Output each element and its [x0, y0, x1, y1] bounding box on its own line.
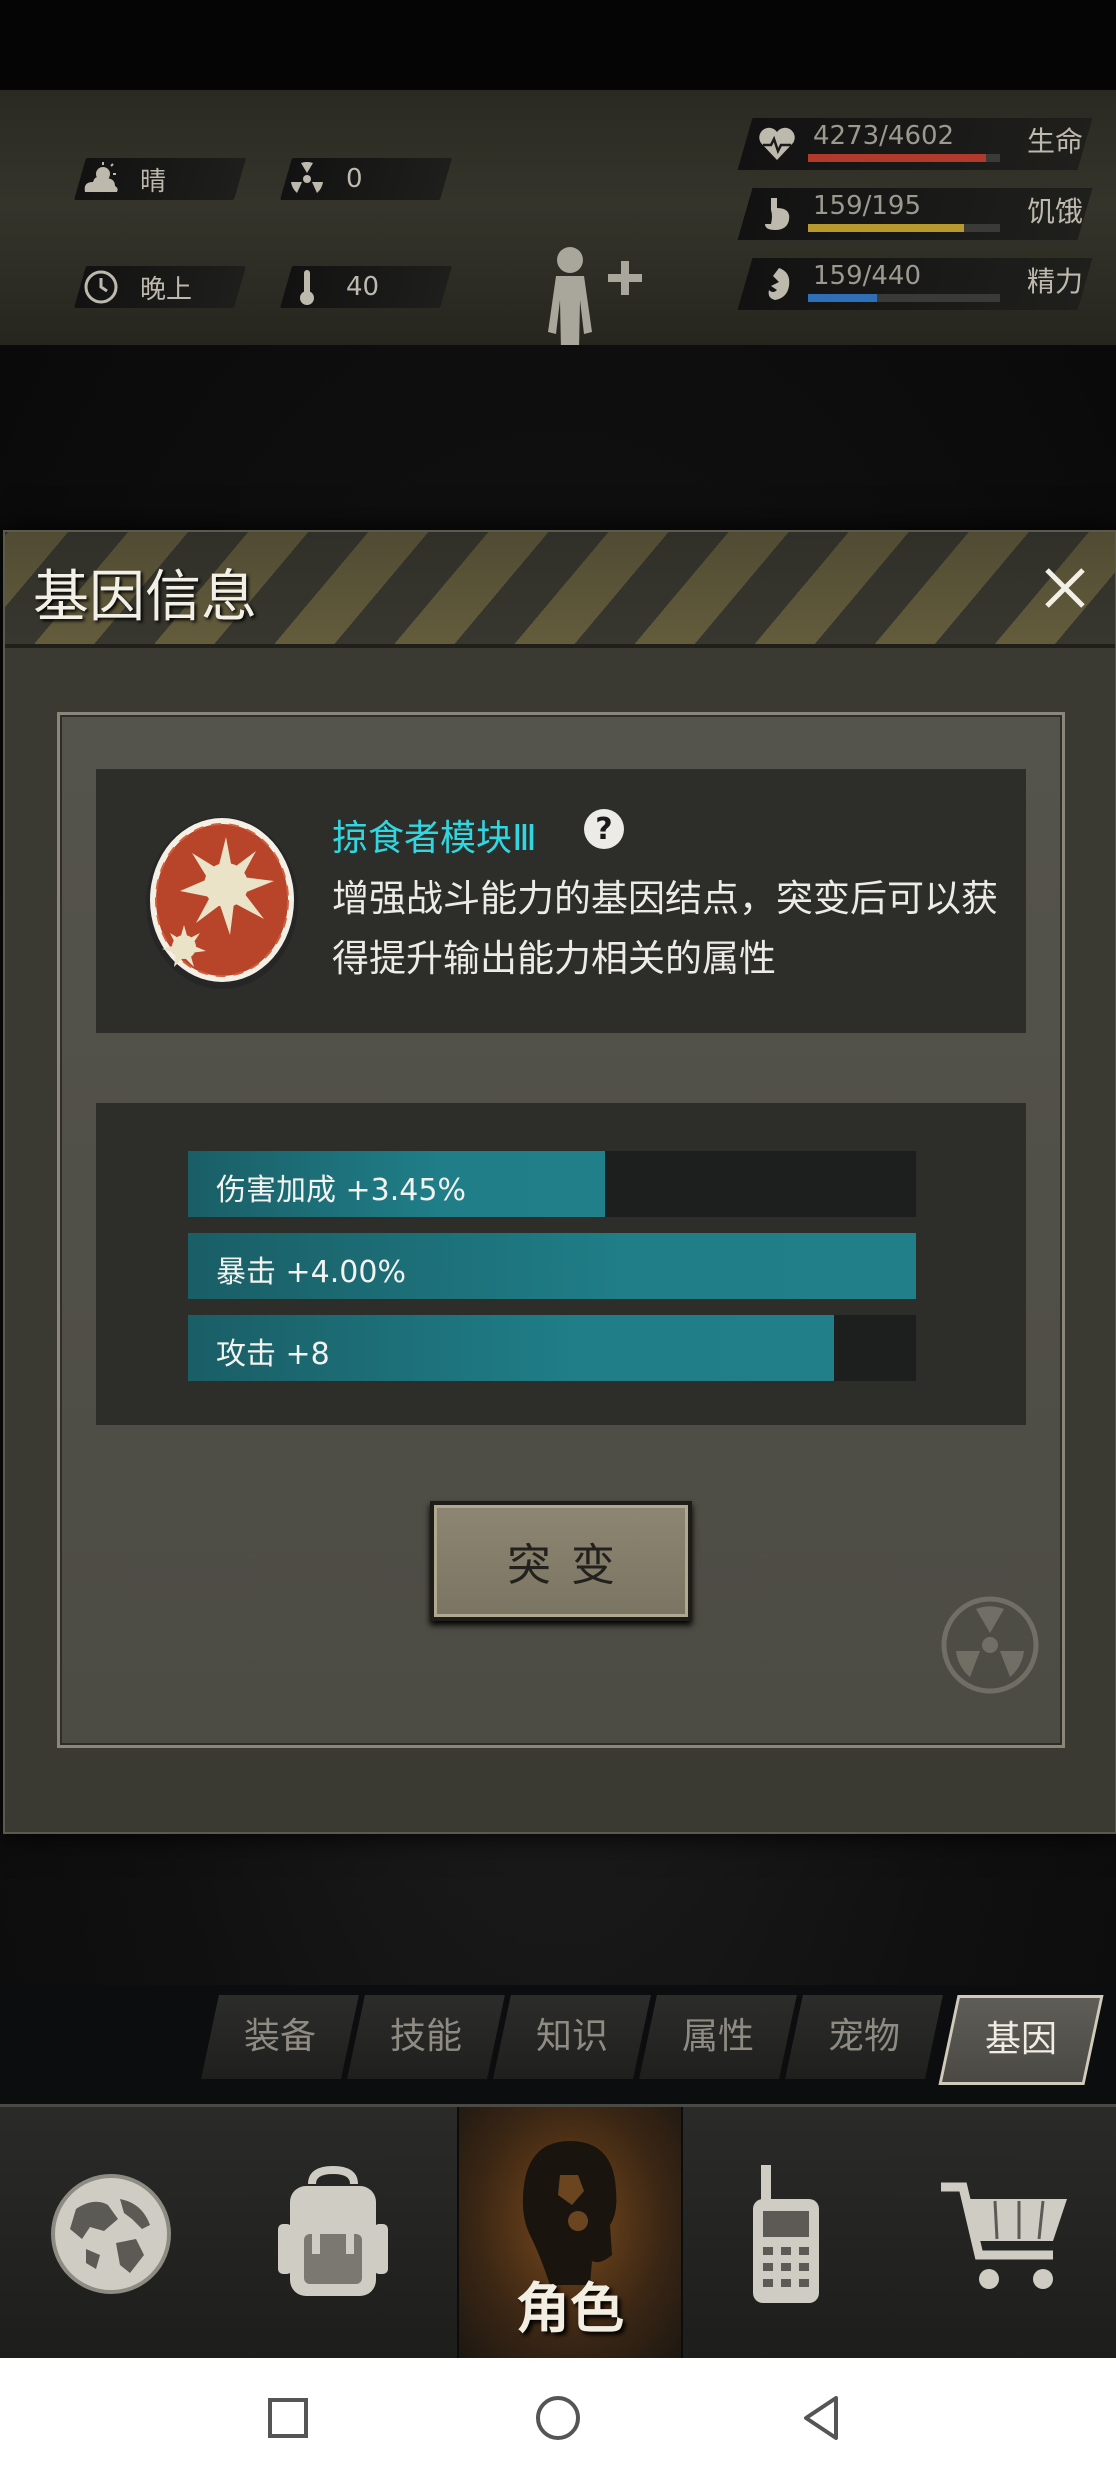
tab-label: 宠物 — [827, 2016, 900, 2057]
attribute-bar-attack: 攻击 +8 — [188, 1315, 916, 1381]
radiation-icon — [286, 158, 328, 200]
dialog-header: 基因信息 — [5, 532, 1115, 648]
stomach-icon — [765, 198, 790, 230]
heart-icon — [759, 127, 795, 160]
gene-info-box: 掠食者模块Ⅲ ? 增强战斗能力的基因结点，突变后可以获得提升输出能力相关的属性 — [96, 769, 1026, 1033]
nav-world-map[interactable] — [0, 2107, 222, 2361]
nav-radio[interactable] — [674, 2107, 896, 2361]
tab-label: 属性 — [681, 2016, 754, 2057]
nav-character-label: 角色 — [516, 2277, 624, 2340]
recent-apps-button[interactable] — [258, 2388, 318, 2448]
tab-attributes[interactable]: 属性 — [639, 1995, 799, 2079]
thermometer-icon — [286, 266, 328, 308]
back-triangle-icon — [804, 2396, 838, 2440]
tab-label: 装备 — [243, 2016, 316, 2057]
nav-character[interactable]: 角色 — [457, 2107, 683, 2361]
character-subtabs: 装备 技能 知识 属性 宠物 基因 — [201, 1995, 1104, 2085]
square-icon — [268, 2398, 308, 2438]
nav-backpack[interactable] — [222, 2107, 444, 2361]
hunger-bar — [808, 224, 1000, 232]
circle-icon — [536, 2396, 580, 2440]
health-label: 生命 — [1027, 125, 1084, 158]
bottom-navigation: 角色 — [0, 2104, 1116, 2361]
hunger-value: 159/195 — [813, 191, 922, 221]
clock-icon — [80, 266, 122, 308]
stat-row-energy: 159/440 精力 — [737, 258, 1095, 310]
energy-icon — [768, 268, 790, 300]
cart-icon — [941, 2182, 1067, 2289]
weather-text: 晴 — [140, 166, 167, 197]
radiation-value: 0 — [346, 164, 363, 194]
backpack-icon — [278, 2165, 388, 2296]
radiation-pill: 0 — [279, 158, 453, 200]
energy-value: 159/440 — [813, 261, 922, 291]
hunger-label: 饥饿 — [1027, 195, 1084, 228]
tab-skills[interactable]: 技能 — [347, 1995, 507, 2079]
attribute-label: 暴击 +4.00% — [216, 1255, 406, 1290]
energy-label: 精力 — [1027, 265, 1084, 298]
time-of-day-text: 晚上 — [140, 274, 193, 305]
health-bar — [808, 154, 1000, 162]
close-button[interactable] — [1035, 558, 1095, 618]
tab-pets[interactable]: 宠物 — [785, 1995, 945, 2079]
system-navigation-bar — [0, 2358, 1116, 2480]
help-icon[interactable]: ? — [584, 809, 624, 849]
time-pill: 晚上 — [73, 266, 247, 308]
stat-row-hunger: 159/195 饥饿 — [737, 188, 1095, 240]
gene-content-panel: 掠食者模块Ⅲ ? 增强战斗能力的基因结点，突变后可以获得提升输出能力相关的属性 … — [57, 712, 1065, 1748]
dialog-title: 基因信息 — [33, 565, 257, 630]
health-value: 4273/4602 — [813, 121, 955, 151]
gene-attributes-box: 伤害加成 +3.45% 暴击 +4.00% 攻击 +8 — [96, 1103, 1026, 1425]
tab-label: 技能 — [389, 2016, 462, 2057]
sun-cloud-icon — [80, 158, 122, 200]
attribute-bar-critical: 暴击 +4.00% — [188, 1233, 916, 1299]
attribute-label: 伤害加成 +3.45% — [216, 1173, 466, 1208]
predator-module-icon — [144, 807, 300, 993]
tab-label: 基因 — [984, 2019, 1057, 2060]
tab-knowledge[interactable]: 知识 — [493, 1995, 653, 2079]
radio-icon — [753, 2165, 819, 2303]
gene-info-dialog: 基因信息 掠食者模块Ⅲ ? 增强战斗能力的基因结点，突变后可以获得提升输出能力相… — [3, 530, 1116, 1834]
radiation-watermark-icon — [941, 1596, 1039, 1694]
attribute-label: 攻击 +8 — [216, 1337, 330, 1372]
gene-description: 增强战斗能力的基因结点，突变后可以获得提升输出能力相关的属性 — [332, 877, 998, 980]
globe-icon — [51, 2174, 171, 2294]
hud-panel: 晴 0 晚上 40 4273/4602 生命 159/195 饥饿 159/44… — [0, 90, 1116, 400]
tab-equipment[interactable]: 装备 — [201, 1995, 361, 2079]
tab-label: 知识 — [535, 2016, 608, 2057]
tab-genes[interactable]: 基因 — [938, 1995, 1104, 2085]
nav-shop[interactable] — [894, 2107, 1116, 2361]
temperature-pill: 40 — [279, 266, 453, 308]
back-button[interactable] — [792, 2388, 852, 2448]
stat-row-health: 4273/4602 生命 — [737, 118, 1095, 170]
weather-pill: 晴 — [73, 158, 247, 200]
status-bar — [0, 0, 1116, 90]
close-icon — [1045, 568, 1085, 608]
temperature-value: 40 — [346, 272, 380, 302]
gene-name: 掠食者模块Ⅲ — [332, 818, 537, 859]
energy-bar — [808, 294, 1000, 302]
attribute-bar-damage-bonus: 伤害加成 +3.45% — [188, 1151, 916, 1217]
home-button[interactable] — [528, 2388, 588, 2448]
mutate-button[interactable]: 突变 — [430, 1501, 692, 1621]
mutate-button-label: 突变 — [507, 1540, 635, 1591]
